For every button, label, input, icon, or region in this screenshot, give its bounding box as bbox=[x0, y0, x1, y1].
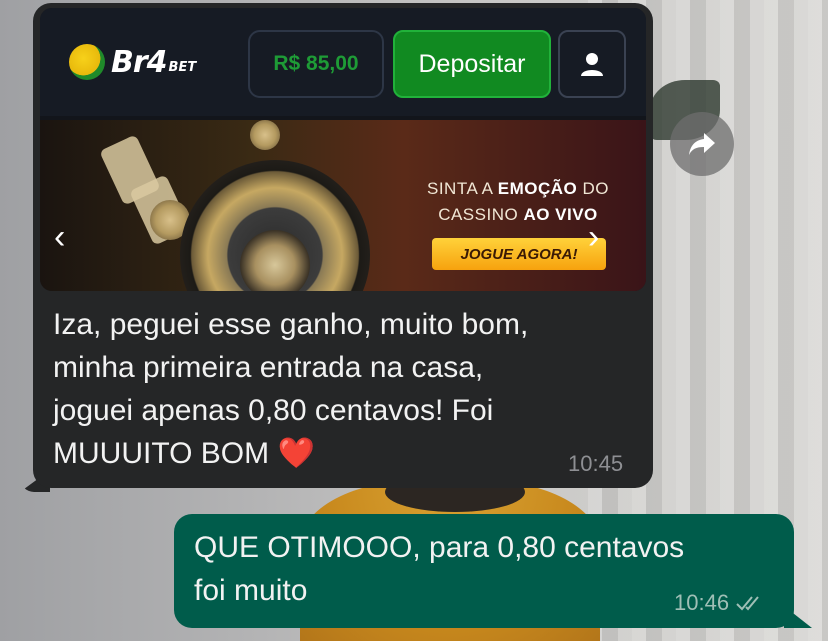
casino-banner: SINTA A EMOÇÃO DO CASSINO AO VIVO JOGUE … bbox=[40, 120, 646, 291]
balance-display: R$ 85,00 bbox=[248, 30, 384, 98]
logo-suffix: BET bbox=[168, 59, 197, 75]
message-timestamp: 10:45 bbox=[568, 451, 624, 476]
message-line: QUE OTIMOOO, para 0,80 centavos bbox=[194, 531, 685, 564]
banner-line1-suffix: DO bbox=[577, 179, 609, 198]
forward-button[interactable] bbox=[670, 112, 734, 176]
message-line: minha primeira entrada na casa, bbox=[53, 351, 484, 384]
site-logo: Br4 BET bbox=[69, 42, 196, 82]
user-icon bbox=[581, 53, 603, 76]
site-header: Br4 BET R$ 85,00 Depositar bbox=[40, 8, 646, 116]
heart-emoji: ❤️ bbox=[277, 437, 315, 470]
outgoing-message-bubble[interactable]: QUE OTIMOOO, para 0,80 centavos foi muit… bbox=[174, 514, 794, 628]
banner-headline: SINTA A EMOÇÃO DO CASSINO AO VIVO bbox=[398, 176, 638, 228]
banner-line1-prefix: SINTA A bbox=[426, 179, 498, 198]
message-line-text: MUUUITO BOM bbox=[53, 437, 270, 470]
message-line: MUUUITO BOM ❤️ bbox=[53, 432, 613, 475]
incoming-message-bubble[interactable]: Br4 BET R$ 85,00 Depositar SINTA A EMOÇÃ bbox=[33, 3, 653, 488]
double-check-icon bbox=[736, 596, 759, 611]
outgoing-message-text: QUE OTIMOOO, para 0,80 centavos foi muit… bbox=[194, 526, 754, 612]
logo-text: Br4 bbox=[111, 44, 168, 80]
chevron-left-icon: ‹ bbox=[54, 218, 66, 256]
deposit-button: Depositar bbox=[393, 30, 551, 98]
banner-chip bbox=[250, 120, 280, 150]
message-status: 10:46 bbox=[674, 590, 765, 616]
forward-icon bbox=[689, 133, 715, 155]
message-image[interactable]: Br4 BET R$ 85,00 Depositar SINTA A EMOÇÃ bbox=[40, 8, 646, 291]
message-line: Iza, peguei esse ganho, muito bom, bbox=[53, 308, 529, 341]
logo-ball-icon bbox=[69, 44, 105, 80]
banner-line1-bold: EMOÇÃO bbox=[497, 179, 578, 198]
chevron-right-icon: › bbox=[588, 218, 600, 256]
user-account-button bbox=[558, 30, 626, 98]
message-timestamp: 10:46 bbox=[674, 590, 730, 615]
roulette-center bbox=[240, 230, 310, 291]
banner-line2-bold: AO VIVO bbox=[523, 205, 598, 224]
incoming-message-text: Iza, peguei esse ganho, muito bom, minha… bbox=[53, 303, 613, 475]
banner-cta-button: JOGUE AGORA! bbox=[432, 238, 606, 270]
banner-line2-prefix: CASSINO bbox=[438, 205, 524, 224]
message-line: foi muito bbox=[194, 574, 308, 607]
message-line: joguei apenas 0,80 centavos! Foi bbox=[53, 394, 494, 427]
